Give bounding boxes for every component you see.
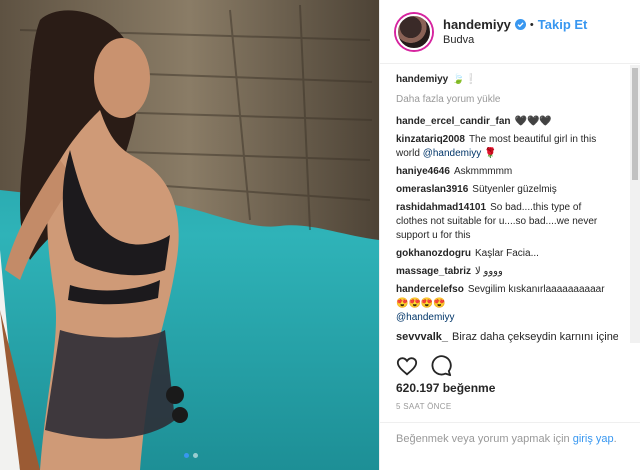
comment-text: Askmmmmm bbox=[453, 166, 513, 177]
comment-mention[interactable]: @handemiyy bbox=[423, 148, 482, 159]
comment-bubble-icon[interactable] bbox=[430, 355, 452, 377]
carousel-dots bbox=[184, 453, 198, 458]
scrollbar-thumb[interactable] bbox=[632, 68, 638, 180]
comment-item: gokhanozdogru Kaşlar Facia... bbox=[396, 247, 614, 261]
comment-username[interactable]: haniye4646 bbox=[396, 166, 450, 177]
comment-username[interactable]: gokhanozdogru bbox=[396, 248, 471, 259]
caption-text: 🍃❕ bbox=[452, 74, 478, 85]
comment-mention[interactable]: @handemiyy bbox=[396, 311, 614, 325]
comment-item: rashidahmad14101 So bad....this type of c… bbox=[396, 201, 614, 243]
comment-item: hande_ercel_candir_fan 🖤🖤🖤 bbox=[396, 115, 614, 129]
post-photo[interactable] bbox=[0, 0, 379, 470]
login-prompt: Beğenmek veya yorum yapmak için giriş ya… bbox=[380, 422, 640, 456]
comment-item: massage_tabriz وووو ﻻ bbox=[396, 265, 614, 279]
comment-username[interactable]: hande_ercel_candir_fan bbox=[396, 116, 511, 127]
comment-item: kinzatariq2008 The most beautiful girl in… bbox=[396, 133, 614, 161]
comment-emoji: 🌹 bbox=[483, 148, 497, 159]
avatar[interactable] bbox=[396, 13, 432, 50]
comment-text: Biraz daha çekseydin karnını içine bbox=[452, 331, 618, 343]
post-actions bbox=[396, 355, 452, 377]
comment-username[interactable]: rashidahmad14101 bbox=[396, 202, 486, 213]
comment-username[interactable]: kinzatariq2008 bbox=[396, 134, 465, 145]
login-prompt-suffix: . bbox=[613, 433, 617, 445]
heart-icon[interactable] bbox=[396, 355, 418, 377]
separator-dot: • bbox=[529, 18, 534, 31]
comment-text: 🖤🖤🖤 bbox=[514, 116, 552, 127]
comments-scrollbar[interactable] bbox=[630, 65, 640, 343]
carousel-dot bbox=[193, 453, 198, 458]
comment-username[interactable]: sevvvalk_ bbox=[396, 331, 448, 343]
author-username[interactable]: handemiyy bbox=[443, 17, 511, 32]
comments-list: handemiyy 🍃❕ Daha fazla yorum yükle hande… bbox=[380, 65, 630, 343]
caption: handemiyy 🍃❕ bbox=[396, 73, 614, 87]
comment-text: Kaşlar Facia... bbox=[475, 248, 539, 259]
photo-image bbox=[0, 0, 379, 470]
login-link[interactable]: giriş yap bbox=[573, 433, 614, 445]
likes-count[interactable]: 620.197 beğenme bbox=[396, 381, 495, 395]
comment-text: وووو ﻻ bbox=[475, 266, 503, 277]
post-header: handemiyy • Takip Et Budva bbox=[380, 0, 640, 64]
comment-item: sevvvalk_ Biraz daha çekseydin karnını iç… bbox=[396, 331, 618, 343]
comment-item: handercelefso Sevgilim kıskanırlaaaaaaaaa… bbox=[396, 283, 614, 325]
comment-item: omeraslan3916 Sütyenler güzelmiş bbox=[396, 183, 614, 197]
location-link[interactable]: Budva bbox=[443, 34, 587, 46]
comment-username[interactable]: massage_tabriz bbox=[396, 266, 471, 277]
post-timestamp: 5 SAAT ÖNCE bbox=[396, 402, 452, 411]
follow-button[interactable]: Takip Et bbox=[538, 17, 588, 32]
post-side-panel: handemiyy • Takip Et Budva handemiyy 🍃❕ D… bbox=[379, 0, 640, 470]
carousel-dot-active bbox=[184, 453, 189, 458]
comment-username[interactable]: omeraslan3916 bbox=[396, 184, 468, 195]
comment-username[interactable]: handercelefso bbox=[396, 284, 464, 295]
comment-text: Sütyenler güzelmiş bbox=[472, 184, 557, 195]
load-more-comments-button[interactable]: Daha fazla yorum yükle bbox=[396, 93, 614, 107]
login-prompt-text: Beğenmek veya yorum yapmak için bbox=[396, 433, 570, 445]
verified-badge-icon bbox=[514, 19, 526, 30]
comment-item: haniye4646 Askmmmmm bbox=[396, 165, 614, 179]
caption-username[interactable]: handemiyy bbox=[396, 74, 448, 85]
